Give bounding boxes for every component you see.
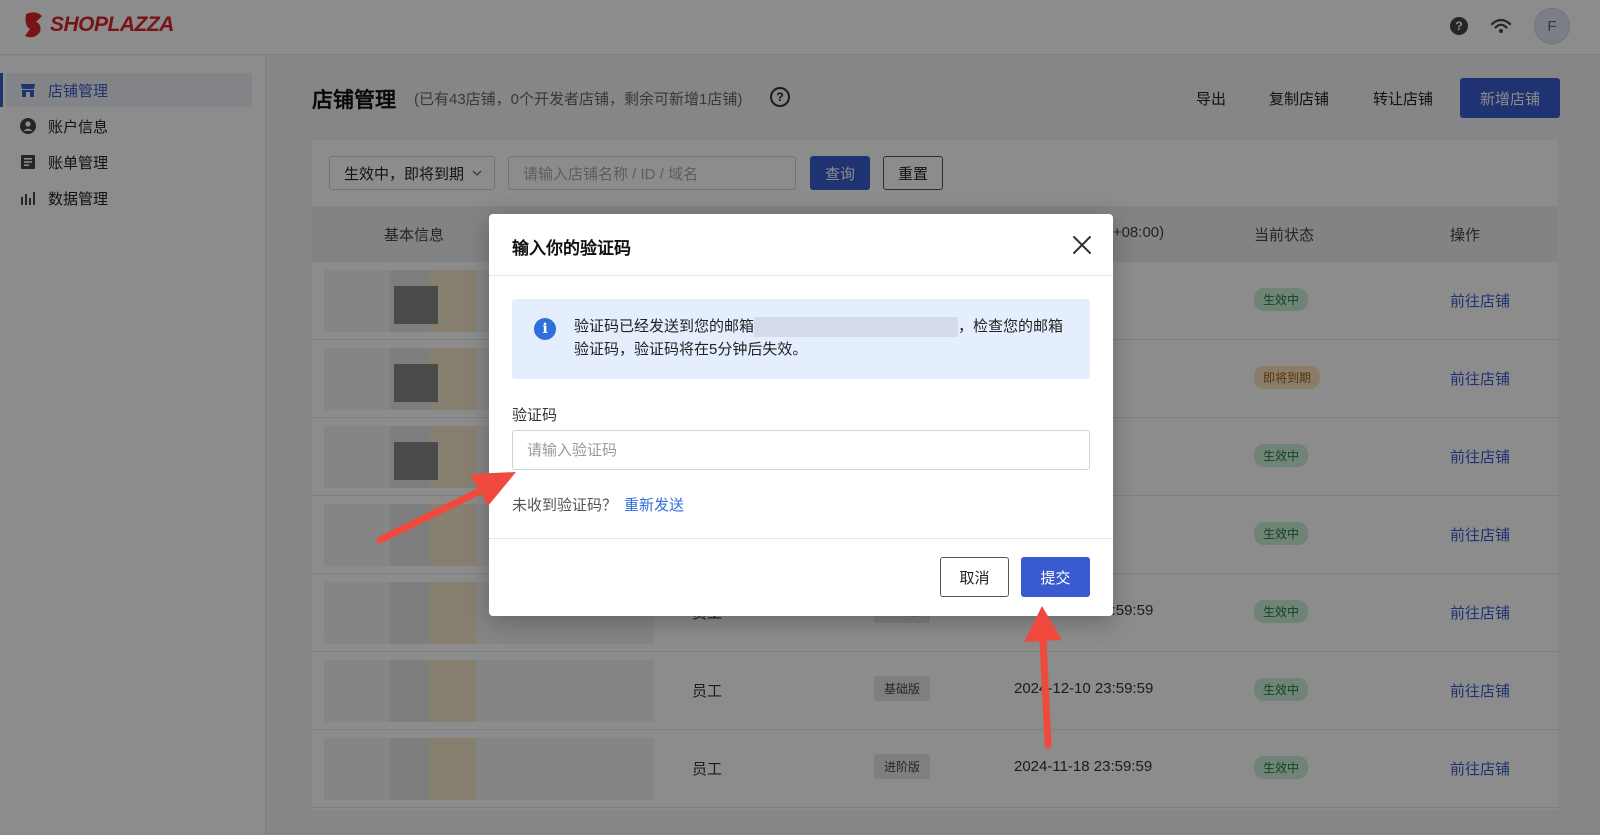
modal-footer-divider (489, 538, 1113, 539)
submit-button[interactable]: 提交 (1021, 557, 1090, 597)
redacted-email (754, 317, 959, 338)
modal-title: 输入你的验证码 (512, 239, 631, 258)
modal-header: 输入你的验证码 (489, 214, 1113, 276)
resend-question: 未收到验证码？ (512, 497, 618, 514)
info-icon: i (534, 318, 556, 340)
verification-code-input[interactable] (512, 430, 1090, 470)
cancel-button[interactable]: 取消 (940, 557, 1009, 597)
resend-link[interactable]: 重新发送 (624, 494, 684, 515)
info-alert: i 验证码已经发送到您的邮箱 ，检查您的邮箱验证码，验证码将在5分钟后失效。 (512, 299, 1090, 379)
code-field-label: 验证码 (512, 407, 558, 424)
info-text-before: 验证码已经发送到您的邮箱 (574, 318, 755, 335)
close-icon[interactable] (1071, 234, 1093, 256)
info-text: 验证码已经发送到您的邮箱 ，检查您的邮箱验证码，验证码将在5分钟后失效。 (574, 315, 1064, 361)
verification-modal: 输入你的验证码 i 验证码已经发送到您的邮箱 ，检查您的邮箱验证码，验证码将在5分… (489, 214, 1113, 616)
modal-backdrop[interactable]: 输入你的验证码 i 验证码已经发送到您的邮箱 ，检查您的邮箱验证码，验证码将在5分… (0, 0, 1600, 835)
